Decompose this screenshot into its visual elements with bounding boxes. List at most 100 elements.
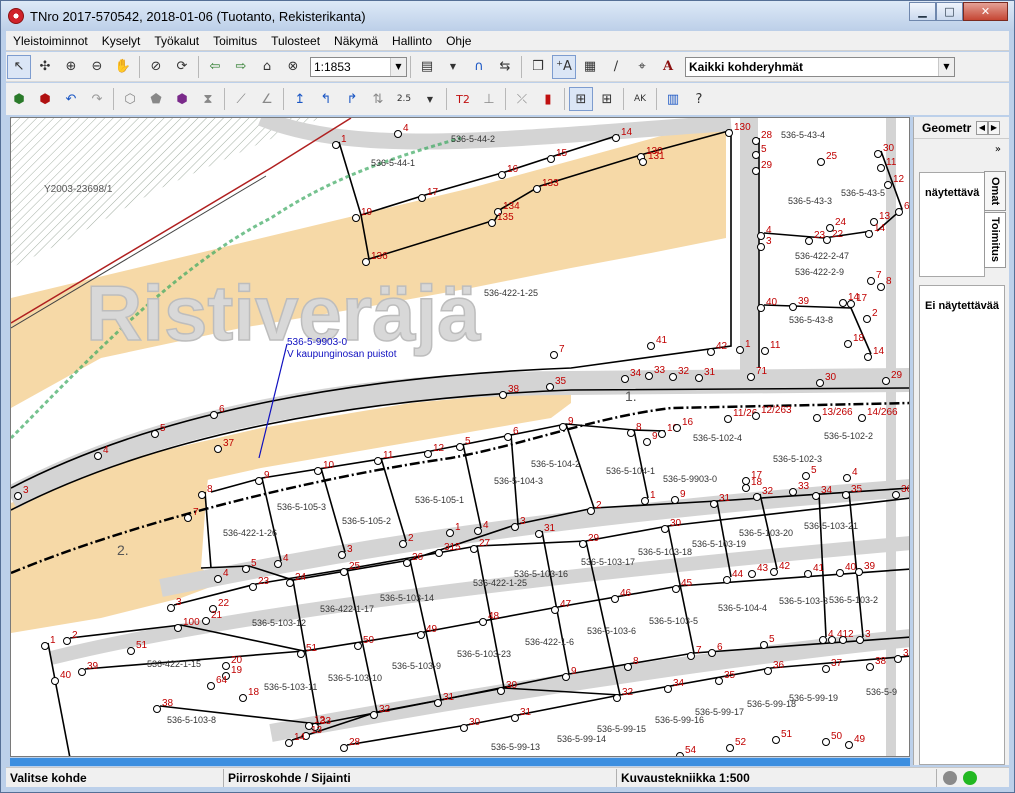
boundary-point-marker[interactable] (789, 303, 797, 311)
polygon-tool-icon[interactable]: ⬡ (118, 87, 142, 111)
chevron-right-icon[interactable]: ▶ (988, 120, 1000, 135)
boundary-point-marker[interactable] (764, 667, 772, 675)
boundary-point-marker[interactable] (770, 568, 778, 576)
boundary-point-marker[interactable] (664, 685, 672, 693)
parcel-id-label[interactable]: 536-5-102-3 (773, 454, 822, 464)
parcel-id-label[interactable]: 536-5-103-3 (779, 596, 828, 606)
boundary-point-marker[interactable] (817, 158, 825, 166)
boundary-point-marker[interactable] (338, 551, 346, 559)
parcel-id-label[interactable]: 536-422-1-25 (473, 578, 527, 588)
boundary-point-marker[interactable] (707, 348, 715, 356)
boundary-point-marker[interactable] (63, 637, 71, 645)
parcel-id-label[interactable]: 536-5-43-3 (788, 196, 832, 206)
boundary-point-marker[interactable] (153, 705, 161, 713)
target-point-icon[interactable]: ⌖ (630, 55, 654, 79)
boundary-point-marker[interactable] (747, 373, 755, 381)
boundary-point-marker[interactable] (894, 655, 902, 663)
menu-ohje[interactable]: Ohje (439, 31, 478, 51)
boundary-point-marker[interactable] (613, 694, 621, 702)
boundary-point-marker[interactable] (499, 391, 507, 399)
boundary-point-marker[interactable] (757, 232, 765, 240)
fill-bucket-icon[interactable]: ▮ (536, 87, 560, 111)
boundary-point-marker[interactable] (812, 492, 820, 500)
boundary-point-marker[interactable] (643, 438, 651, 446)
parcel-id-label[interactable]: 536-5-44-1 (371, 158, 415, 168)
menu-toimitus[interactable]: Toimitus (206, 31, 264, 51)
shape-tool-icon[interactable]: ⬟ (144, 87, 168, 111)
help-icon[interactable]: ? (687, 87, 711, 111)
boundary-point-marker[interactable] (789, 488, 797, 496)
boundary-point-marker[interactable] (460, 724, 468, 732)
boundary-point-marker[interactable] (214, 575, 222, 583)
parcel-id-label[interactable]: 536-5-99-15 (597, 724, 646, 734)
boundary-point-marker[interactable] (624, 663, 632, 671)
text-mirror-icon[interactable]: ⊥ (477, 87, 501, 111)
boundary-point-marker[interactable] (725, 129, 733, 137)
boundary-point-marker[interactable] (658, 430, 666, 438)
boundary-point-marker[interactable] (882, 377, 890, 385)
close-button[interactable]: ✕ (963, 2, 1008, 21)
menu-tulosteet[interactable]: Tulosteet (264, 31, 327, 51)
tab-omat[interactable]: Omat (984, 171, 1006, 211)
boundary-point-marker[interactable] (41, 642, 49, 650)
redo-icon[interactable]: ↷ (85, 87, 109, 111)
menu-kyselyt[interactable]: Kyselyt (95, 31, 148, 51)
boundary-point-marker[interactable] (504, 433, 512, 441)
feature-group-select[interactable]: Kaikki kohderyhmät ▼ (685, 56, 955, 77)
boundary-point-marker[interactable] (214, 445, 222, 453)
boundary-point-marker[interactable] (51, 677, 59, 685)
boundary-point-marker[interactable] (877, 283, 885, 291)
parcel-id-label[interactable]: 536-5-99-18 (747, 699, 796, 709)
boundary-point-marker[interactable] (434, 699, 442, 707)
boundary-point-marker[interactable] (207, 682, 215, 690)
locate-off-icon[interactable]: ⊗ (281, 55, 305, 79)
boundary-point-marker[interactable] (417, 631, 425, 639)
boundary-point-marker[interactable] (94, 452, 102, 460)
boundary-point-marker[interactable] (843, 474, 851, 482)
boundary-point-marker[interactable] (864, 353, 872, 361)
boundary-point-marker[interactable] (498, 171, 506, 179)
shape-edit-icon[interactable]: ⬢ (170, 87, 194, 111)
boundary-point-marker[interactable] (892, 491, 900, 499)
boundary-point-marker[interactable] (866, 663, 874, 671)
boundary-point-marker[interactable] (511, 523, 519, 531)
boundary-point-marker[interactable] (847, 300, 855, 308)
boundary-point-marker[interactable] (723, 576, 731, 584)
boundary-point-marker[interactable] (612, 134, 620, 142)
boundary-point-marker[interactable] (621, 375, 629, 383)
boundary-point-marker[interactable] (354, 642, 362, 650)
maximize-button[interactable]: □ (936, 2, 963, 21)
add-point-number-icon[interactable]: ⁺A (552, 54, 576, 79)
boundary-point-marker[interactable] (757, 243, 765, 251)
boundary-point-marker[interactable] (559, 423, 567, 431)
parcel-id-label[interactable]: 536-422-2-9 (795, 267, 844, 277)
parcel-id-label[interactable]: 536-5-43-4 (781, 130, 825, 140)
menu-tyokalut[interactable]: Työkalut (147, 31, 206, 51)
boundary-point-marker[interactable] (828, 636, 836, 644)
parcel-id-label[interactable]: 536-5-103-6 (587, 626, 636, 636)
dropdown-small-icon[interactable]: ▼ (441, 55, 465, 79)
boundary-point-marker[interactable] (611, 595, 619, 603)
minimize-button[interactable]: ▁ (909, 2, 936, 21)
boundary-point-marker[interactable] (210, 411, 218, 419)
boundary-point-marker[interactable] (724, 415, 732, 423)
boundary-point-marker[interactable] (673, 424, 681, 432)
boundary-point-marker[interactable] (761, 347, 769, 355)
select-arrow-icon[interactable]: ↖ (7, 54, 31, 79)
boundary-point-marker[interactable] (822, 665, 830, 673)
measure-line-icon[interactable]: ⟋ (229, 87, 253, 111)
pan-hand-icon[interactable]: ✋ (111, 55, 135, 79)
stop-icon[interactable]: ⊘ (144, 55, 168, 79)
boundary-point-marker[interactable] (753, 493, 761, 501)
menu-hallinto[interactable]: Hallinto (385, 31, 439, 51)
parcel-id-label[interactable]: 536-5-103-9 (392, 661, 441, 671)
parcel-id-label[interactable]: 536-5-9903-0 (663, 474, 717, 484)
boundary-point-marker[interactable] (474, 527, 482, 535)
menu-yleistoiminnot[interactable]: Yleistoiminnot (6, 31, 95, 51)
measure-angle-icon[interactable]: ∠ (255, 87, 279, 111)
boundary-point-marker[interactable] (819, 636, 827, 644)
parcel-id-label[interactable]: 536-5-103-21 (804, 521, 858, 531)
boundary-point-marker[interactable] (858, 414, 866, 422)
boundary-point-marker[interactable] (198, 491, 206, 499)
parcel-id-label[interactable]: 536-5-9 (866, 687, 897, 697)
